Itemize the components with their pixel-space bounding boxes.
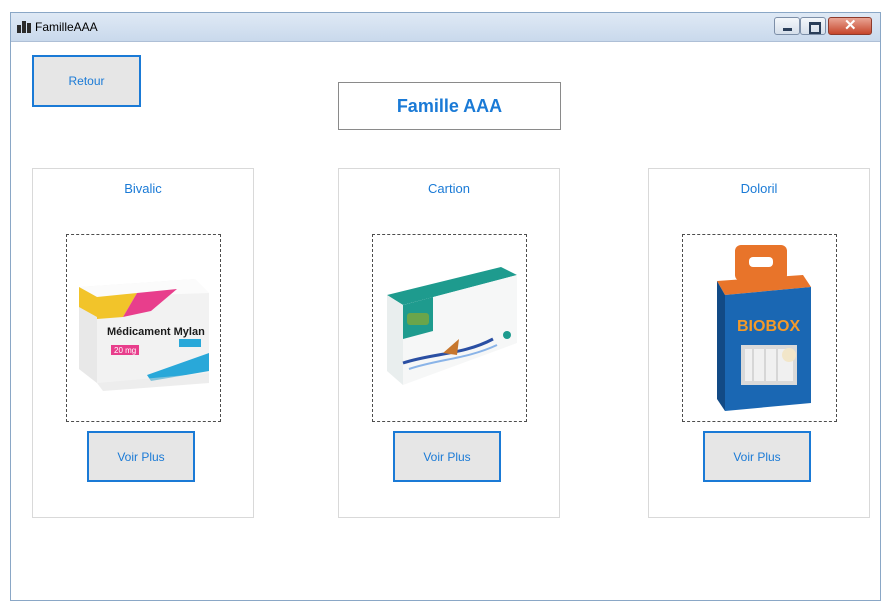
- voir-plus-button[interactable]: Voir Plus: [393, 431, 501, 482]
- box-dose-text: 20 mg: [114, 346, 136, 355]
- maximize-button[interactable]: [800, 17, 826, 35]
- box-brand-text: Médicament Mylan: [107, 326, 205, 338]
- window-title: FamilleAAA: [35, 20, 98, 34]
- product-image-frame: Médicament Mylan 20 mg: [66, 234, 221, 422]
- maximize-icon: [809, 22, 821, 34]
- page-title: Famille AAA: [338, 82, 561, 130]
- biobox-package-image: BIOBOX: [717, 245, 811, 411]
- minimize-icon: [783, 28, 792, 31]
- cartion-box-image: [387, 267, 517, 385]
- product-card-cartion: Cartion Voir Plus: [338, 168, 560, 518]
- biobox-label: BIOBOX: [737, 318, 800, 335]
- voir-plus-button[interactable]: Voir Plus: [87, 431, 195, 482]
- product-image-frame: [372, 234, 527, 422]
- back-button[interactable]: Retour: [32, 55, 141, 107]
- voir-plus-button[interactable]: Voir Plus: [703, 431, 811, 482]
- product-name: Cartion: [428, 181, 470, 196]
- app-window: FamilleAAA ✕ Retour Famille AAA Bivalic …: [10, 12, 881, 601]
- form-client-area: Retour Famille AAA Bivalic Médicament My…: [11, 42, 880, 600]
- minimize-button[interactable]: [774, 17, 800, 35]
- product-image-frame: BIOBOX: [682, 234, 837, 422]
- close-button[interactable]: ✕: [828, 17, 872, 35]
- title-bar[interactable]: FamilleAAA ✕: [11, 13, 880, 42]
- app-icon: [17, 21, 31, 33]
- product-card-bivalic: Bivalic Médicament Mylan 20 mg Voir Plus: [32, 168, 254, 518]
- product-card-doloril: Doloril BIOBOX Voir Plus: [648, 168, 870, 518]
- product-name: Bivalic: [124, 181, 162, 196]
- close-icon: ✕: [844, 17, 857, 34]
- product-name: Doloril: [740, 181, 778, 196]
- medicament-box-image: Médicament Mylan 20 mg: [79, 279, 209, 391]
